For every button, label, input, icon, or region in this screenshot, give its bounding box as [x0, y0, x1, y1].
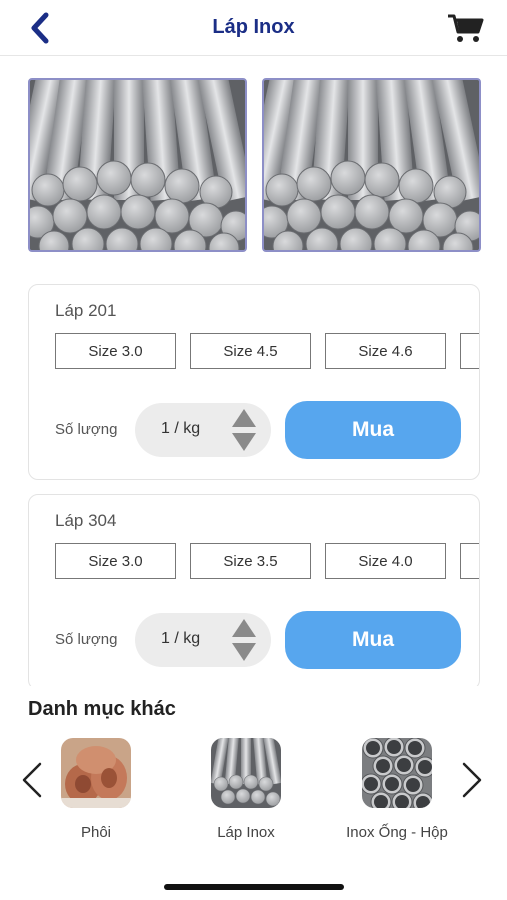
quantity-label: Số lượng [55, 421, 118, 438]
scroll-cutoff [0, 686, 507, 696]
buy-button[interactable]: Mua [285, 401, 461, 459]
category-item-lap-inox[interactable]: Láp Inox [176, 738, 316, 848]
triangle-down-icon[interactable] [231, 642, 257, 662]
product-image-1[interactable] [28, 78, 247, 252]
triangle-down-icon[interactable] [231, 432, 257, 452]
size-options: Size 3.0 Size 3.5 Size 4.0 [55, 543, 479, 579]
quantity-label: Số lượng [55, 631, 118, 648]
quantity-value: 1 / kg [161, 630, 201, 647]
steel-rods-image [211, 738, 281, 808]
steel-rods-image [264, 80, 479, 250]
size-option[interactable]: Size 4.6 [325, 333, 446, 369]
shopping-cart-icon [448, 14, 484, 42]
copper-billet-image [61, 738, 131, 808]
category-item-phoi[interactable]: Phôi [26, 738, 166, 848]
buy-button[interactable]: Mua [285, 611, 461, 669]
size-option[interactable]: Size 3.0 [55, 333, 176, 369]
triangle-up-icon[interactable] [231, 408, 257, 428]
home-indicator[interactable] [164, 884, 344, 890]
size-option[interactable]: Size 4.5 [190, 333, 311, 369]
quantity-value: 1 / kg [161, 420, 201, 437]
section-title: Danh mục khác [28, 698, 176, 720]
steel-rods-image [30, 80, 245, 250]
category-item-inox-ong-hop[interactable]: Inox Ống - Hộp [327, 738, 467, 848]
quantity-stepper[interactable]: 1 / kg [135, 403, 271, 457]
size-option-partial[interactable] [460, 543, 479, 579]
size-option-partial[interactable] [460, 333, 479, 369]
product-image-2[interactable] [262, 78, 481, 252]
size-options: Size 3.0 Size 4.5 Size 4.6 [55, 333, 479, 369]
product-card: Láp 201 Size 3.0 Size 4.5 Size 4.6 Số lư… [28, 284, 480, 480]
category-label: Phôi [80, 824, 112, 841]
category-label: Inox Ống - Hộp [346, 824, 448, 841]
category-label: Láp Inox [217, 824, 275, 841]
cart-button[interactable] [446, 12, 486, 46]
triangle-up-icon[interactable] [231, 618, 257, 638]
quantity-stepper[interactable]: 1 / kg [135, 613, 271, 667]
size-option[interactable]: Size 4.0 [325, 543, 446, 579]
app-header: Láp Inox [0, 0, 507, 56]
steel-pipes-image [362, 738, 432, 808]
product-card: Láp 304 Size 3.0 Size 3.5 Size 4.0 Số lư… [28, 494, 480, 690]
size-option[interactable]: Size 3.0 [55, 543, 176, 579]
product-name: Láp 201 [55, 301, 117, 320]
page-title: Láp Inox [212, 16, 295, 38]
size-option[interactable]: Size 3.5 [190, 543, 311, 579]
product-name: Láp 304 [55, 511, 117, 530]
